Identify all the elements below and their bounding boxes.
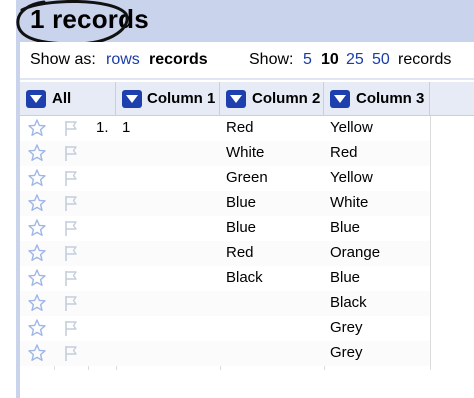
star-icon[interactable] bbox=[27, 218, 47, 238]
flag-icon[interactable] bbox=[61, 118, 81, 138]
cell-column-3: Yellow bbox=[330, 119, 373, 136]
column-header-all: All bbox=[20, 82, 116, 116]
flag-icon[interactable] bbox=[61, 168, 81, 188]
cell-column-3: Grey bbox=[330, 319, 363, 336]
table-row: Green Yellow bbox=[20, 166, 430, 191]
column-header-label: Column 1 bbox=[147, 90, 216, 107]
flag-icon[interactable] bbox=[61, 218, 81, 238]
cell-column-2: Red bbox=[226, 119, 254, 136]
table-row: 1. 1 Red Yellow bbox=[20, 116, 430, 141]
star-icon[interactable] bbox=[27, 243, 47, 263]
table-row: White Red bbox=[20, 141, 430, 166]
flag-icon[interactable] bbox=[61, 343, 81, 363]
flag-icon[interactable] bbox=[61, 243, 81, 263]
cell-column-2: White bbox=[226, 144, 265, 161]
page-size-50[interactable]: 50 bbox=[372, 51, 390, 69]
cell-column-3: Red bbox=[330, 144, 358, 161]
cell-column-1: 1 bbox=[122, 119, 131, 136]
cell-column-3: Orange bbox=[330, 244, 381, 261]
column-header-label: Column 2 bbox=[252, 90, 321, 107]
row-background bbox=[20, 191, 430, 216]
flag-icon[interactable] bbox=[61, 318, 81, 338]
row-number: 1. bbox=[96, 119, 109, 136]
dropdown-arrow-icon[interactable] bbox=[26, 90, 46, 108]
page-size-suffix: records bbox=[398, 51, 452, 68]
cell-column-2: Black bbox=[226, 269, 263, 286]
records-grid: 1. 1 Red Yellow White Red Green Yellow Blue White… bbox=[20, 116, 474, 370]
table-row: Grey bbox=[20, 316, 430, 341]
row-background bbox=[20, 266, 430, 291]
dropdown-arrow-icon[interactable] bbox=[122, 90, 142, 108]
row-background bbox=[20, 141, 430, 166]
cell-column-3: Blue bbox=[330, 219, 361, 236]
show-as-rows-link[interactable]: rows bbox=[106, 51, 140, 69]
page-size-label: Show: bbox=[249, 51, 294, 68]
column-header-1: Column 1 bbox=[116, 82, 220, 116]
row-background bbox=[20, 316, 430, 341]
records-panel: 1 records Show as: rows records Show: 5 … bbox=[16, 0, 474, 398]
cell-column-2: Blue bbox=[226, 219, 257, 236]
row-background bbox=[20, 291, 430, 316]
table-row: Black Blue bbox=[20, 266, 430, 291]
show-as-records-selected: records bbox=[149, 51, 208, 68]
column-header-2: Column 2 bbox=[220, 82, 324, 116]
table-row: Black bbox=[20, 291, 430, 316]
star-icon[interactable] bbox=[27, 293, 47, 313]
star-icon[interactable] bbox=[27, 343, 47, 363]
page-size-10-selected: 10 bbox=[321, 51, 339, 68]
column-header-3: Column 3 bbox=[324, 82, 430, 116]
cell-column-3: Black bbox=[330, 294, 367, 311]
column-header-label: Column 3 bbox=[356, 90, 425, 107]
flag-icon[interactable] bbox=[61, 143, 81, 163]
cell-column-3: White bbox=[330, 194, 369, 211]
left-margin bbox=[0, 0, 16, 398]
page-size-5[interactable]: 5 bbox=[303, 51, 312, 69]
cell-column-3: Blue bbox=[330, 269, 361, 286]
cell-column-2: Green bbox=[226, 169, 268, 186]
star-icon[interactable] bbox=[27, 118, 47, 138]
star-icon[interactable] bbox=[27, 143, 47, 163]
divider bbox=[20, 78, 474, 80]
title-bar: 1 records bbox=[16, 0, 474, 46]
dropdown-arrow-icon[interactable] bbox=[330, 90, 350, 108]
flag-icon[interactable] bbox=[61, 268, 81, 288]
star-icon[interactable] bbox=[27, 268, 47, 288]
cell-column-3: Grey bbox=[330, 344, 363, 361]
flag-icon[interactable] bbox=[61, 193, 81, 213]
page-size-25[interactable]: 25 bbox=[346, 51, 364, 69]
show-as-label: Show as: bbox=[30, 51, 96, 68]
row-background bbox=[20, 216, 430, 241]
cell-column-2: Red bbox=[226, 244, 254, 261]
cell-column-3: Yellow bbox=[330, 169, 373, 186]
table-row: Grey bbox=[20, 341, 430, 366]
column-header-row: All Column 1 Column 2 Column 3 bbox=[20, 82, 474, 116]
dropdown-arrow-icon[interactable] bbox=[226, 90, 246, 108]
table-row: Blue White bbox=[20, 191, 430, 216]
star-icon[interactable] bbox=[27, 168, 47, 188]
table-row: Red Orange bbox=[20, 241, 430, 266]
view-options-bar: Show as: rows records Show: 5 10 25 50 r… bbox=[20, 42, 474, 78]
table-row: Blue Blue bbox=[20, 216, 430, 241]
star-icon[interactable] bbox=[27, 193, 47, 213]
star-icon[interactable] bbox=[27, 318, 47, 338]
flag-icon[interactable] bbox=[61, 293, 81, 313]
cell-column-2: Blue bbox=[226, 194, 257, 211]
column-header-label: All bbox=[52, 90, 72, 107]
handdrawn-circle-annotation bbox=[16, 0, 129, 46]
row-background bbox=[20, 341, 430, 366]
